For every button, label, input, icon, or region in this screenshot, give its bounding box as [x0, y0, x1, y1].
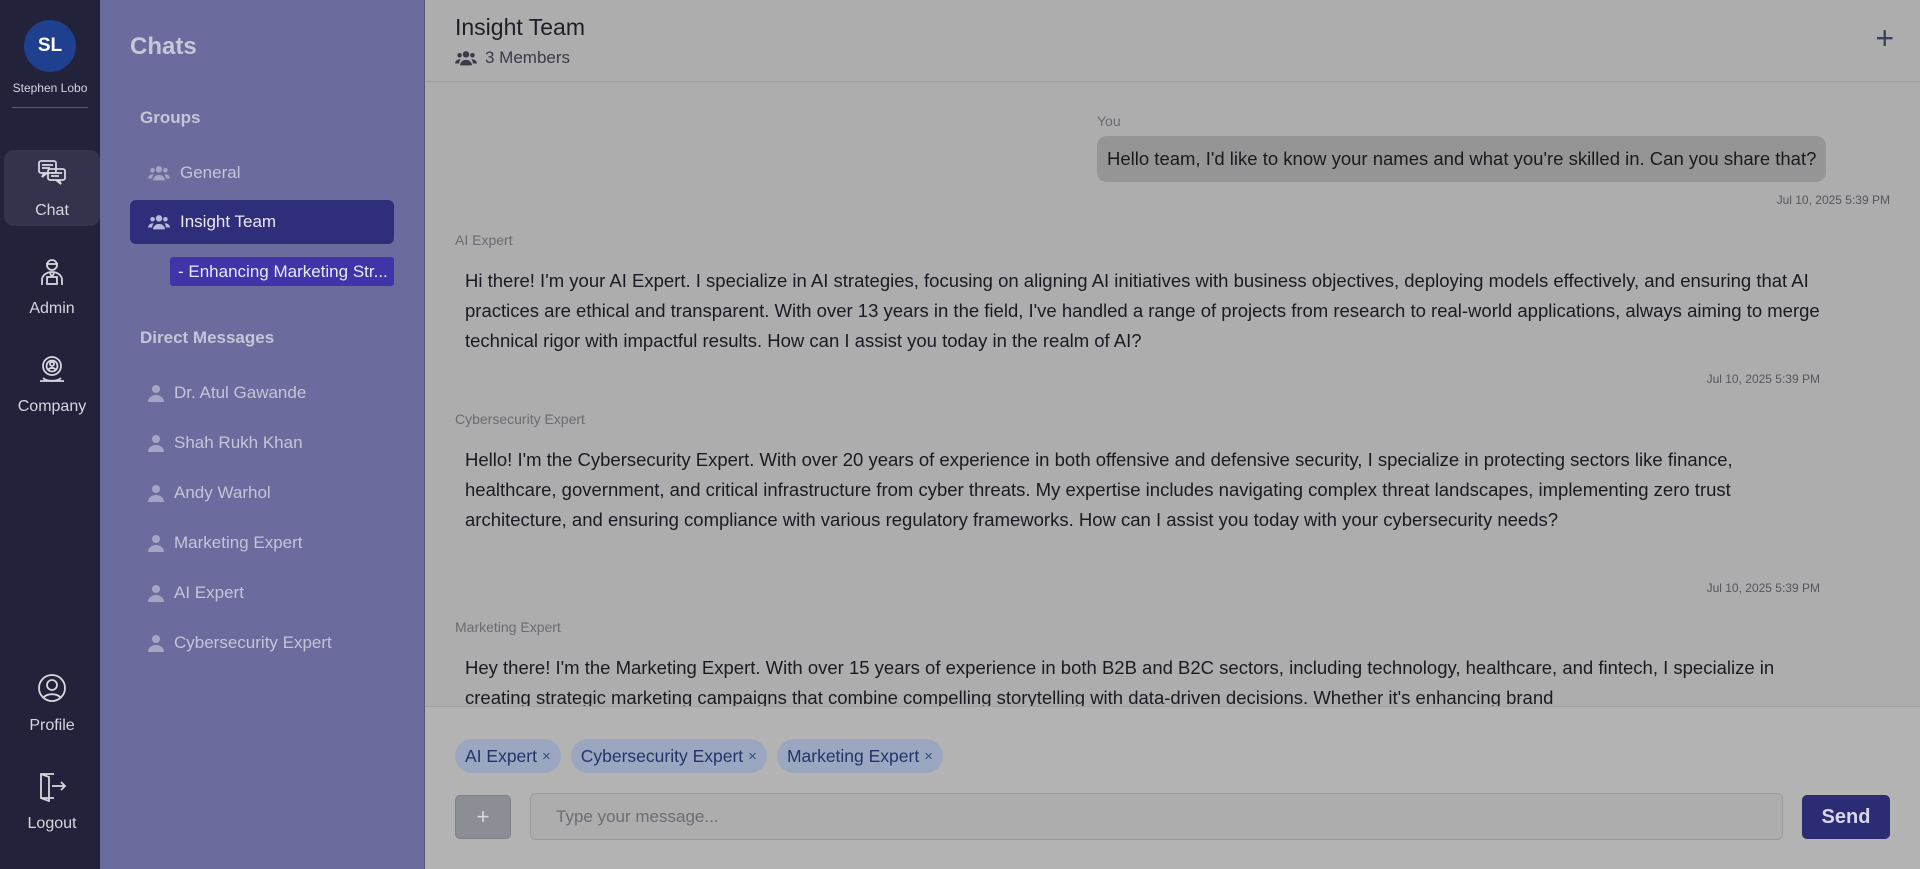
chat-main: Insight Team 3 Members + You Hello team,…: [425, 0, 1920, 869]
chat-header: Insight Team 3 Members +: [425, 0, 1920, 82]
group-item-insight-team[interactable]: Insight Team: [130, 200, 394, 244]
nav-logout-label: Logout: [27, 814, 77, 832]
nav-company[interactable]: Company: [4, 346, 100, 422]
dm-item[interactable]: Cybersecurity Expert: [130, 621, 394, 665]
nav-admin[interactable]: Admin: [4, 248, 100, 324]
mention-chips: AI Expert × Cybersecurity Expert × Marke…: [455, 739, 943, 773]
message-bubble-own: Hello team, I'd like to know your names …: [1097, 136, 1827, 182]
member-count: 3 Members: [455, 48, 570, 68]
chat-title: Insight Team: [455, 14, 585, 40]
avatar[interactable]: SL: [24, 20, 76, 72]
group-item-general[interactable]: General: [130, 151, 394, 195]
member-count-label: 3 Members: [485, 48, 571, 67]
attach-button[interactable]: +: [455, 795, 511, 839]
message-time: Jul 10, 2025 5:39 PM: [1706, 372, 1820, 386]
message-sender: Cybersecurity Expert: [455, 411, 585, 427]
message-list: You Hello team, I'd like to know your na…: [425, 83, 1920, 706]
chats-panel: Chats Groups General Insight Team - Enha…: [100, 0, 425, 869]
nav-profile-label: Profile: [29, 716, 75, 734]
message-input-placeholder: Type your message...: [556, 806, 719, 826]
send-button[interactable]: Send: [1802, 795, 1890, 839]
user-icon: [148, 635, 164, 652]
add-member-button[interactable]: +: [1875, 22, 1894, 54]
users-icon: [455, 51, 477, 66]
users-icon: [148, 215, 170, 230]
message-sender: Marketing Expert: [455, 619, 561, 635]
user-icon: [148, 385, 164, 402]
chip-label: Cybersecurity Expert: [580, 745, 744, 766]
divider: [12, 107, 88, 108]
message-text: Hi there! I'm your AI Expert. I speciali…: [465, 270, 1820, 351]
dm-item[interactable]: Shah Rukh Khan: [130, 421, 394, 465]
dm-item[interactable]: Dr. Atul Gawande: [130, 371, 394, 415]
dm-label: Marketing Expert: [174, 533, 303, 552]
user-icon: [148, 435, 164, 452]
dm-item[interactable]: AI Expert: [130, 571, 394, 615]
message-time: Jul 10, 2025 5:39 PM: [1706, 581, 1820, 595]
panel-title: Chats: [130, 33, 197, 60]
chat-icon: [36, 157, 68, 194]
dm-label: AI Expert: [174, 583, 244, 602]
user-icon: [148, 535, 164, 552]
nav-profile[interactable]: Profile: [4, 665, 100, 741]
user-icon: [148, 585, 164, 602]
nav-logout[interactable]: Logout: [4, 763, 100, 839]
nav-company-label: Company: [17, 397, 87, 415]
user-icon: [148, 485, 164, 502]
chip-remove-button[interactable]: ×: [542, 748, 551, 765]
chip-remove-button[interactable]: ×: [748, 748, 757, 765]
groups-heading: Groups: [140, 108, 201, 127]
nav-admin-label: Admin: [29, 299, 75, 317]
composer: AI Expert × Cybersecurity Expert × Marke…: [425, 706, 1920, 869]
thread-item-active[interactable]: - Enhancing Marketing Str...: [170, 257, 394, 286]
users-icon: [148, 166, 170, 181]
dm-item[interactable]: Andy Warhol: [130, 471, 394, 515]
logout-icon: [36, 770, 68, 807]
chip-label: AI Expert: [465, 745, 537, 766]
message-time: Jul 10, 2025 5:39 PM: [1776, 193, 1890, 207]
mention-chip: Cybersecurity Expert ×: [570, 739, 767, 773]
company-icon: [36, 353, 68, 390]
message-text: Hello! I'm the Cybersecurity Expert. Wit…: [465, 449, 1733, 530]
nav-chat-label: Chat: [35, 201, 69, 219]
dm-label: Andy Warhol: [174, 483, 271, 502]
message-input[interactable]: Type your message...: [530, 793, 1783, 840]
admin-icon: [36, 255, 68, 292]
nav-chat[interactable]: Chat: [4, 150, 100, 226]
profile-icon: [36, 672, 68, 709]
chip-label: Marketing Expert: [786, 745, 920, 766]
dm-item[interactable]: Marketing Expert: [130, 521, 394, 565]
user-name: Stephen Lobo: [12, 81, 88, 95]
dm-label: Cybersecurity Expert: [174, 633, 332, 652]
message-sender: You: [1097, 113, 1121, 129]
mention-chip: Marketing Expert ×: [776, 739, 943, 773]
nav-rail: SL Stephen Lobo Chat Admin Company Profi…: [0, 0, 100, 869]
dm-heading: Direct Messages: [140, 328, 275, 347]
group-label: General: [180, 163, 241, 182]
mention-chip: AI Expert ×: [455, 739, 561, 773]
group-label: Insight Team: [180, 212, 277, 231]
dm-label: Shah Rukh Khan: [174, 433, 303, 452]
chip-remove-button[interactable]: ×: [924, 748, 933, 765]
message-text: Hey there! I'm the Marketing Expert. Wit…: [465, 657, 1775, 706]
message-sender: AI Expert: [455, 232, 513, 248]
dm-label: Dr. Atul Gawande: [174, 383, 307, 402]
